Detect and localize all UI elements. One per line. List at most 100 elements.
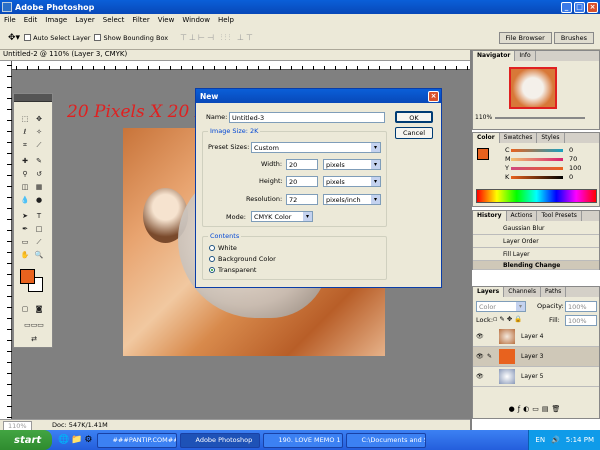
layer-row[interactable]: 👁 Layer 5 — [473, 367, 599, 387]
channel-c-slider[interactable] — [511, 149, 563, 152]
layer-row[interactable]: 👁 Layer 4 — [473, 327, 599, 347]
channel-m-slider[interactable] — [511, 158, 563, 161]
foreground-color-swatch[interactable] — [20, 269, 35, 284]
jump-to-imageready-icon[interactable]: ⇄ — [20, 334, 48, 344]
layer-row-selected[interactable]: 👁 ✎ Layer 3 — [473, 347, 599, 367]
channel-c-value[interactable]: 0 — [569, 146, 573, 154]
dialog-close-icon[interactable]: × — [428, 90, 439, 102]
tray-icons[interactable]: 🔊 — [551, 436, 560, 444]
magic-wand-icon[interactable]: ✧ — [34, 127, 44, 137]
tab-actions[interactable]: Actions — [507, 211, 538, 221]
crop-tool-icon[interactable]: ⌗ — [20, 140, 30, 150]
height-unit-select[interactable]: pixels — [323, 176, 381, 187]
eye-icon[interactable]: 👁 — [476, 327, 484, 347]
menu-window[interactable]: Window — [178, 16, 214, 24]
opacity-input[interactable]: 100% — [565, 301, 597, 312]
ok-button[interactable]: OK — [395, 111, 433, 123]
history-item-current[interactable]: Blending Change — [473, 261, 599, 270]
menu-filter[interactable]: Filter — [128, 16, 153, 24]
eye-icon[interactable]: 👁 — [476, 367, 484, 387]
menu-file[interactable]: File — [0, 16, 20, 24]
task-photoshop[interactable]: Adobe Photoshop — [180, 432, 261, 448]
path-select-icon[interactable]: ➤ — [20, 211, 30, 221]
tab-brushes[interactable]: Brushes — [553, 31, 594, 44]
brush-tool-icon[interactable]: ✎ — [34, 156, 44, 166]
eye-icon[interactable]: 👁 — [476, 347, 484, 367]
eraser-tool-icon[interactable]: ◫ — [20, 182, 30, 192]
standard-mode-icon[interactable]: ▢ — [20, 304, 30, 314]
channel-k-slider[interactable] — [511, 176, 563, 179]
minimize-button[interactable]: _ — [561, 1, 572, 13]
navigator-zoom-slider[interactable] — [495, 117, 585, 119]
quick-launch-icons[interactable]: 🌐📁⚙ — [58, 435, 94, 445]
channel-y-slider[interactable] — [511, 167, 563, 170]
tab-history[interactable]: History — [473, 211, 507, 221]
menu-view[interactable]: View — [154, 16, 179, 24]
layer-footer-icons[interactable]: ●ƒ◐▭▤🗑 — [473, 405, 599, 417]
blend-mode-select[interactable]: Color — [476, 301, 526, 312]
tab-layers[interactable]: Layers — [473, 287, 505, 297]
width-unit-select[interactable]: pixels — [323, 159, 381, 170]
tab-tool-presets[interactable]: Tool Presets — [537, 211, 582, 221]
close-button[interactable]: × — [587, 1, 598, 13]
blur-tool-icon[interactable]: 💧 — [20, 195, 30, 205]
task-pantip[interactable]: ###PANTIP.COM##... — [97, 432, 178, 448]
channel-y-value[interactable]: 100 — [569, 164, 581, 172]
type-tool-icon[interactable]: T — [34, 211, 44, 221]
eyedropper-icon[interactable]: ⟋ — [34, 237, 44, 247]
screen-mode-icons[interactable]: ▭▭▭ — [17, 320, 51, 330]
language-indicator[interactable]: EN — [535, 436, 545, 444]
auto-select-checkbox[interactable] — [24, 34, 32, 41]
start-button[interactable]: start — [0, 430, 52, 450]
slice-tool-icon[interactable]: ⟋ — [34, 140, 44, 150]
color-fg-swatch[interactable] — [477, 148, 489, 160]
shape-tool-icon[interactable]: □ — [34, 224, 44, 234]
history-item[interactable]: Layer Order — [473, 235, 599, 248]
transparent-radio[interactable] — [209, 267, 215, 273]
tab-swatches[interactable]: Swatches — [500, 133, 538, 143]
quickmask-mode-icon[interactable]: ◙ — [34, 304, 44, 314]
white-radio[interactable] — [209, 245, 215, 251]
lasso-tool-icon[interactable]: ℓ — [20, 127, 30, 137]
width-input[interactable]: 20 — [286, 159, 318, 170]
history-brush-icon[interactable]: ↺ — [34, 169, 44, 179]
move-tool-icon[interactable]: ✥ — [34, 114, 44, 124]
notes-tool-icon[interactable]: ▭ — [20, 237, 30, 247]
task-love-memo[interactable]: 190. LOVE MEMO 1 - ... — [263, 432, 344, 448]
align-buttons[interactable]: ⊤⊥⊢⊣ ⫶⫶⫶ ⊥⊤ — [180, 33, 255, 43]
history-item[interactable]: Gaussian Blur — [473, 222, 599, 235]
gradient-tool-icon[interactable]: ▦ — [34, 182, 44, 192]
stamp-tool-icon[interactable]: ⚲ — [20, 169, 30, 179]
menu-edit[interactable]: Edit — [20, 16, 42, 24]
color-spectrum-bar[interactable] — [476, 189, 597, 203]
channel-k-value[interactable]: 0 — [569, 173, 573, 181]
tab-color[interactable]: Color — [473, 133, 500, 143]
marquee-tool-icon[interactable]: ⬚ — [20, 114, 30, 124]
tab-navigator[interactable]: Navigator — [473, 51, 516, 61]
hand-tool-icon[interactable]: ✋ — [20, 250, 30, 260]
tab-file-browser[interactable]: File Browser — [498, 31, 552, 44]
history-item[interactable]: Fill Layer — [473, 248, 599, 261]
background-color-radio[interactable] — [209, 256, 215, 262]
menu-layer[interactable]: Layer — [71, 16, 99, 24]
tab-styles[interactable]: Styles — [537, 133, 565, 143]
menu-select[interactable]: Select — [99, 16, 129, 24]
menu-image[interactable]: Image — [41, 16, 71, 24]
task-documents[interactable]: C:\Documents and Se... — [346, 432, 427, 448]
name-input[interactable]: Untitled-3 — [229, 112, 385, 123]
navigator-thumbnail[interactable] — [509, 67, 557, 109]
navigator-zoom[interactable]: 110% — [475, 114, 492, 121]
lock-icons[interactable]: ▫✎✥🔒 — [493, 315, 524, 323]
dodge-tool-icon[interactable]: ● — [34, 195, 44, 205]
tab-channels[interactable]: Channels — [504, 287, 541, 297]
move-tool-icon[interactable]: ✥▾ — [8, 33, 20, 43]
resolution-input[interactable]: 72 — [286, 194, 318, 205]
channel-m-value[interactable]: 70 — [569, 155, 577, 163]
zoom-tool-icon[interactable]: 🔍 — [34, 250, 44, 260]
healing-brush-icon[interactable]: ✚ — [20, 156, 30, 166]
menu-help[interactable]: Help — [214, 16, 238, 24]
maximize-button[interactable]: □ — [574, 1, 585, 13]
height-input[interactable]: 20 — [286, 176, 318, 187]
tab-info[interactable]: Info — [515, 51, 536, 61]
cancel-button[interactable]: Cancel — [395, 127, 433, 139]
